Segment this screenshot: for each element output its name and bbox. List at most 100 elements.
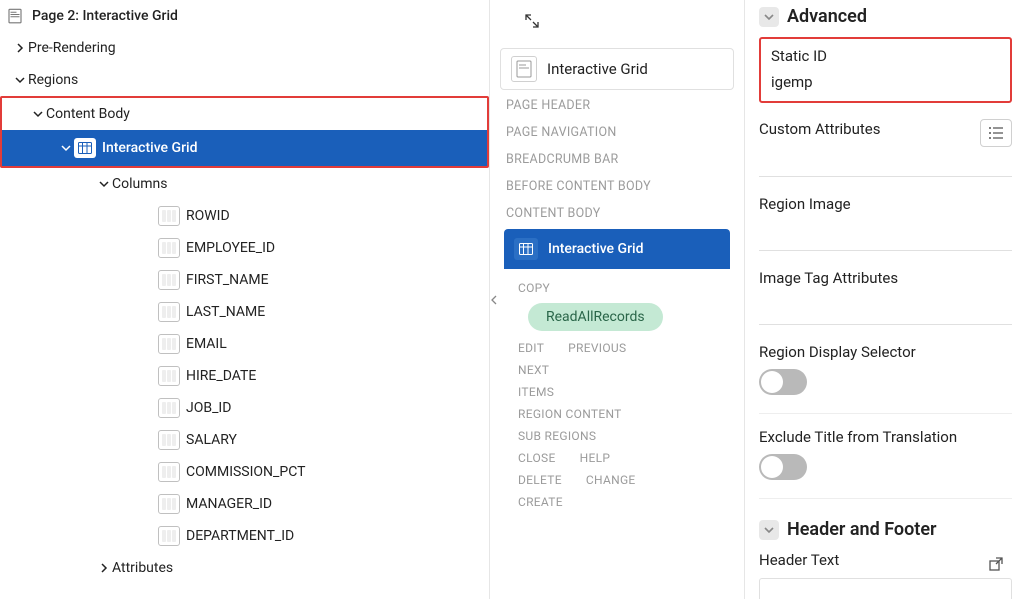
- chevron-down-icon: [30, 106, 46, 122]
- column-icon: [158, 493, 180, 515]
- static-id-value[interactable]: igemp: [771, 73, 1000, 91]
- column-icon: [158, 269, 180, 291]
- custom-attributes-label: Custom Attributes: [759, 120, 880, 138]
- tree-label: Regions: [28, 72, 78, 88]
- layout-slot[interactable]: PAGE HEADER: [490, 90, 744, 117]
- tree-column-item[interactable]: DEPARTMENT_ID: [0, 520, 489, 552]
- layout-slot-row: EDIT PREVIOUS: [504, 337, 730, 359]
- layout-slot[interactable]: CREATE: [518, 495, 563, 509]
- tree-page-title[interactable]: Page 2: Interactive Grid: [0, 0, 489, 32]
- chevron-down-icon: [12, 72, 28, 88]
- interactive-grid-icon: [514, 238, 538, 260]
- image-tag-input[interactable]: [759, 295, 1012, 325]
- layout-slot-row: ITEMS: [504, 381, 730, 403]
- column-icon: [158, 365, 180, 387]
- chevron-down-icon: [759, 520, 779, 540]
- layout-slot[interactable]: NEXT: [518, 363, 549, 377]
- tree-label: Attributes: [112, 560, 173, 576]
- tree-label: DEPARTMENT_ID: [186, 528, 294, 544]
- chevron-down-icon: [58, 140, 74, 156]
- layout-slot[interactable]: HELP: [580, 451, 611, 465]
- popout-button[interactable]: [980, 550, 1012, 578]
- column-icon: [158, 237, 180, 259]
- highlight-content-body: Content Body Interactive Grid: [0, 96, 489, 168]
- layout-slot[interactable]: CONTENT BODY: [490, 198, 744, 225]
- interactive-grid-icon: [74, 137, 96, 159]
- tree-attributes[interactable]: Attributes: [0, 552, 489, 584]
- column-icon: [158, 429, 180, 451]
- chevron-right-icon: [12, 40, 28, 56]
- rendering-tree-panel: Page 2: Interactive Grid Pre-Rendering R…: [0, 0, 490, 599]
- column-icon: [158, 525, 180, 547]
- tree-label: Interactive Grid: [102, 140, 197, 156]
- section-header-footer[interactable]: Header and Footer: [759, 519, 1012, 540]
- layout-interactive-grid[interactable]: Interactive Grid: [504, 229, 730, 269]
- layout-slot[interactable]: EDIT: [518, 341, 544, 355]
- column-icon: [158, 397, 180, 419]
- tree-column-item[interactable]: HIRE_DATE: [0, 360, 489, 392]
- tree-label: SALARY: [186, 432, 237, 448]
- slot-copy[interactable]: COPY: [504, 275, 730, 299]
- tree-label: LAST_NAME: [186, 304, 265, 320]
- static-id-label: Static ID: [771, 47, 1000, 65]
- layout-page-title: Interactive Grid: [547, 60, 648, 78]
- layout-slot[interactable]: BEFORE CONTENT BODY: [490, 171, 744, 198]
- column-icon: [158, 461, 180, 483]
- chevron-right-icon: [96, 560, 112, 576]
- region-display-selector-toggle[interactable]: [759, 369, 807, 395]
- layout-slot-row: DELETE CHANGE: [504, 469, 730, 491]
- tree-label: FIRST_NAME: [186, 272, 269, 288]
- region-image-input[interactable]: [759, 221, 1012, 251]
- section-title: Advanced: [787, 6, 867, 27]
- layout-slot[interactable]: REGION CONTENT: [518, 407, 622, 421]
- layout-slot[interactable]: CLOSE: [518, 451, 556, 465]
- tree-label: EMPLOYEE_ID: [186, 240, 275, 256]
- layout-slot[interactable]: ITEMS: [518, 385, 554, 399]
- layout-slot[interactable]: BREADCRUMB BAR: [490, 144, 744, 171]
- column-icon: [158, 205, 180, 227]
- layout-slot[interactable]: CHANGE: [586, 473, 636, 487]
- copy-item-pill[interactable]: ReadAllRecords: [528, 303, 663, 331]
- section-advanced[interactable]: Advanced: [759, 6, 1012, 27]
- tree-label: ROWID: [186, 208, 230, 224]
- tree-columns[interactable]: Columns: [0, 168, 489, 200]
- layout-page-header[interactable]: Interactive Grid: [500, 48, 734, 90]
- layout-slot-row: CREATE: [504, 491, 730, 513]
- tree-column-item[interactable]: SALARY: [0, 424, 489, 456]
- tree-column-item[interactable]: FIRST_NAME: [0, 264, 489, 296]
- tree-interactive-grid[interactable]: Interactive Grid: [2, 130, 487, 166]
- page-title-label: Page 2: Interactive Grid: [32, 8, 178, 24]
- tree-regions[interactable]: Regions: [0, 64, 489, 96]
- tree-column-item[interactable]: ROWID: [0, 200, 489, 232]
- layout-slot[interactable]: DELETE: [518, 473, 562, 487]
- chevron-down-icon: [759, 7, 779, 27]
- tree-column-item[interactable]: COMMISSION_PCT: [0, 456, 489, 488]
- tree-column-item[interactable]: JOB_ID: [0, 392, 489, 424]
- header-text-input[interactable]: [759, 578, 1012, 599]
- property-editor-panel: Advanced Static ID igemp Custom Attribut…: [745, 0, 1024, 599]
- tree-column-item[interactable]: EMPLOYEE_ID: [0, 232, 489, 264]
- column-icon: [158, 333, 180, 355]
- exclude-title-toggle[interactable]: [759, 454, 807, 480]
- list-button[interactable]: [980, 119, 1012, 147]
- collapse-handle[interactable]: [490, 280, 499, 320]
- section-title: Header and Footer: [787, 519, 937, 540]
- tree-content-body[interactable]: Content Body: [2, 98, 487, 130]
- tree-pre-rendering[interactable]: Pre-Rendering: [0, 32, 489, 64]
- layout-slot-row: NEXT: [504, 359, 730, 381]
- layout-slot[interactable]: PAGE NAVIGATION: [490, 117, 744, 144]
- layout-slot-row: SUB REGIONS: [504, 425, 730, 447]
- expand-icon[interactable]: [520, 9, 544, 33]
- tree-label: Pre-Rendering: [28, 40, 116, 56]
- tree-column-item[interactable]: EMAIL: [0, 328, 489, 360]
- tree-column-item[interactable]: LAST_NAME: [0, 296, 489, 328]
- header-text-label: Header Text: [759, 551, 839, 569]
- exclude-title-label: Exclude Title from Translation: [759, 428, 1012, 446]
- chevron-down-icon: [96, 176, 112, 192]
- layout-slot[interactable]: PREVIOUS: [568, 341, 626, 355]
- custom-attributes-input[interactable]: [759, 147, 1012, 177]
- tree-label: COMMISSION_PCT: [186, 464, 305, 480]
- tree-column-item[interactable]: MANAGER_ID: [0, 488, 489, 520]
- layout-slot[interactable]: SUB REGIONS: [518, 429, 596, 443]
- layout-slot-row: CLOSE HELP: [504, 447, 730, 469]
